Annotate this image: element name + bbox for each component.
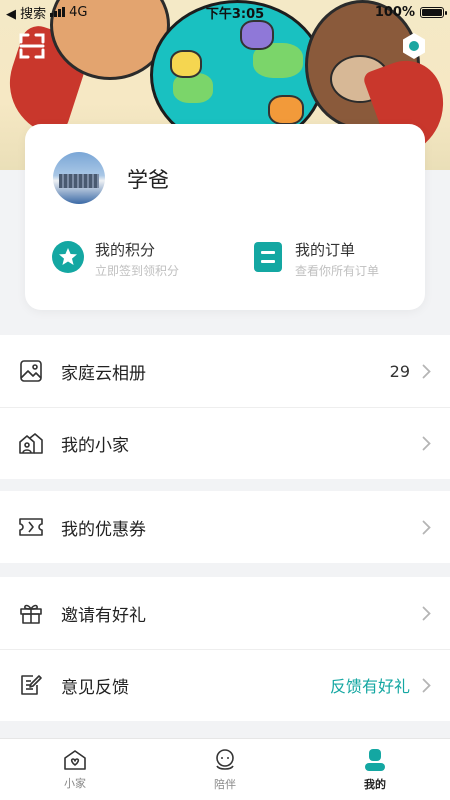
- flower-orange: [268, 95, 304, 125]
- heart-home-icon: [64, 749, 86, 770]
- tab-mine-label: 我的: [364, 777, 386, 791]
- menu-item-family-album[interactable]: 家庭云相册 29: [0, 335, 450, 407]
- feedback-icon: [18, 672, 44, 698]
- chevron-right-icon: [420, 605, 432, 621]
- menu-group-2: 我的优惠券: [0, 491, 450, 563]
- album-count: 29: [389, 361, 410, 381]
- tab-companion-label: 陪伴: [214, 777, 236, 791]
- chevron-right-icon: [420, 363, 432, 379]
- menu-label-feedback: 意见反馈: [61, 677, 129, 698]
- menu-label-my-home: 我的小家: [61, 435, 129, 456]
- star-badge-icon: [51, 240, 85, 274]
- flower-purple: [240, 20, 274, 50]
- username[interactable]: 学爸: [127, 164, 169, 194]
- menu-item-my-home[interactable]: 我的小家: [0, 407, 450, 479]
- my-orders-button[interactable]: 我的订单 查看你所有订单: [251, 240, 379, 280]
- tab-mine[interactable]: 我的: [300, 739, 450, 800]
- my-points-title: 我的积分: [95, 241, 156, 259]
- menu-item-feedback[interactable]: 意见反馈 反馈有好礼: [0, 649, 450, 721]
- feedback-reward-text: 反馈有好礼: [329, 677, 410, 696]
- network-type: 4G: [69, 4, 88, 20]
- my-orders-subtitle: 查看你所有订单: [295, 264, 380, 278]
- flower-yellow: [170, 50, 202, 78]
- companion-icon: [216, 748, 234, 770]
- chevron-right-icon: [420, 435, 432, 451]
- chevron-right-icon: [420, 519, 432, 535]
- menu-group-3: 邀请有好礼 意见反馈 反馈有好礼: [0, 577, 450, 721]
- tab-home[interactable]: 小家: [0, 739, 150, 800]
- profile-card: 学爸 我的积分 立即签到领积分 我的订单 查看你所有订单: [25, 124, 425, 310]
- photo-album-icon: [18, 358, 44, 384]
- my-points-button[interactable]: 我的积分 立即签到领积分: [51, 240, 179, 280]
- settings-button[interactable]: [398, 30, 430, 62]
- battery-percent: 100%: [374, 4, 415, 20]
- scan-icon: [19, 33, 45, 59]
- chevron-right-icon: [420, 677, 432, 693]
- status-right: 100%: [294, 4, 447, 20]
- my-points-subtitle: 立即签到领积分: [95, 264, 180, 278]
- battery-icon: [420, 6, 447, 18]
- menu-group-1: 家庭云相册 29 我的小家: [0, 335, 450, 479]
- tab-home-label: 小家: [64, 776, 86, 790]
- menu-item-invite-gift[interactable]: 邀请有好礼: [0, 577, 450, 649]
- status-time: 下午3:05: [205, 6, 265, 22]
- scan-button[interactable]: [16, 30, 48, 62]
- avatar[interactable]: [53, 152, 105, 204]
- back-to-search-link[interactable]: ◀ 搜索: [6, 3, 46, 22]
- tab-companion[interactable]: 陪伴: [150, 739, 300, 800]
- status-bar: ◀ 搜索 4G 下午3:05 100%: [0, 0, 450, 24]
- profile-icon: [365, 748, 385, 771]
- home-icon: [18, 430, 44, 456]
- gift-icon: [18, 600, 44, 626]
- menu-label-coupons: 我的优惠券: [61, 519, 146, 540]
- my-orders-title: 我的订单: [295, 241, 356, 259]
- status-left: ◀ 搜索 4G: [6, 3, 176, 22]
- settings-icon: [403, 33, 425, 59]
- signal-icon: [50, 7, 66, 17]
- menu-item-coupons[interactable]: 我的优惠券: [0, 491, 450, 563]
- menu-label-family-album: 家庭云相册: [61, 363, 146, 384]
- bottom-tab-bar: 小家 陪伴 我的: [0, 738, 450, 800]
- coupon-icon: [18, 514, 44, 540]
- menu-label-invite-gift: 邀请有好礼: [61, 605, 146, 626]
- order-list-icon: [251, 240, 285, 274]
